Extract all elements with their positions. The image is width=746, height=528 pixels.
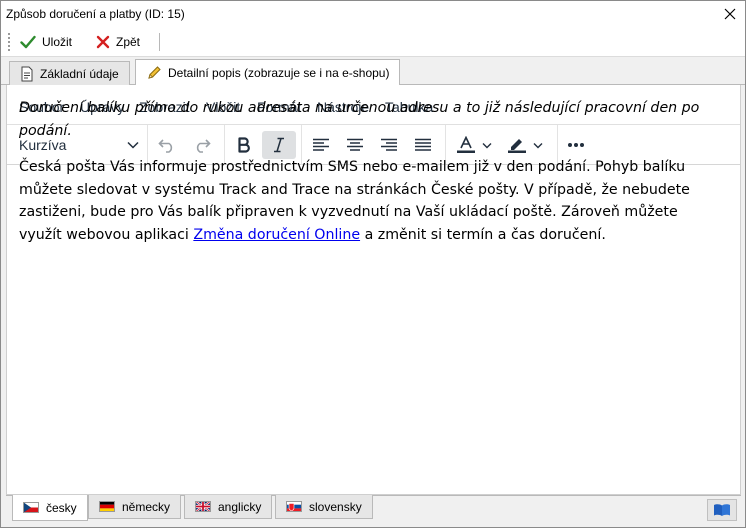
dialog-window: Způsob doručení a platby (ID: 15) Uložit… xyxy=(0,0,746,528)
lang-tab-czech[interactable]: česky xyxy=(12,495,88,521)
content-paragraph-1: Doručení balíku přímo do rukou adresáta … xyxy=(19,100,700,139)
lang-tab-slovak[interactable]: slovensky xyxy=(275,495,373,519)
tab-label: Detailní popis (zobrazuje se i na e-shop… xyxy=(168,65,390,80)
lang-tab-label: slovensky xyxy=(309,499,362,514)
tab-detailed-description[interactable]: Detailní popis (zobrazuje se i na e-shop… xyxy=(135,59,401,85)
save-label: Uložit xyxy=(42,35,73,49)
paragraph-text: a změnit si termín a čas doručení. xyxy=(360,226,606,243)
lang-tab-label: německy xyxy=(122,499,171,514)
lang-tab-label: česky xyxy=(46,500,77,515)
german-flag-icon xyxy=(99,501,115,512)
toolbar-grip[interactable] xyxy=(8,33,10,51)
main-toolbar: Uložit Zpět xyxy=(1,27,745,57)
lang-tab-german[interactable]: německy xyxy=(88,495,182,519)
editor-content[interactable]: Doručení balíku přímo do rukou adresáta … xyxy=(19,97,719,260)
title-bar: Způsob doručení a platby (ID: 15) xyxy=(1,1,745,27)
tab-label: Základní údaje xyxy=(40,66,119,81)
lang-tab-english[interactable]: anglicky xyxy=(184,495,273,519)
lang-tab-label: anglicky xyxy=(218,499,262,514)
dictionary-button[interactable] xyxy=(707,499,737,521)
close-button[interactable] xyxy=(715,1,745,27)
slovak-flag-icon xyxy=(286,501,302,512)
tab-basic-info[interactable]: Základní údaje xyxy=(9,61,130,85)
toolbar-separator xyxy=(159,33,160,51)
content-paragraph-2: Česká pošta Vás informuje prostřednictví… xyxy=(19,156,719,246)
uk-flag-icon xyxy=(195,501,211,512)
window-title: Způsob doručení a platby (ID: 15) xyxy=(6,7,185,21)
back-button[interactable]: Zpět xyxy=(93,31,143,53)
document-icon xyxy=(21,66,33,81)
save-button[interactable]: Uložit xyxy=(17,31,75,53)
close-icon xyxy=(724,8,736,20)
pencil-icon xyxy=(148,65,161,79)
back-label: Zpět xyxy=(116,35,141,49)
checkmark-icon xyxy=(20,35,36,49)
book-icon xyxy=(714,504,730,516)
change-delivery-link[interactable]: Změna doručení Online xyxy=(193,227,360,243)
tab-strip: Základní údaje Detailní popis (zobrazuje… xyxy=(1,57,745,85)
cross-icon xyxy=(96,35,110,49)
language-tab-strip: česky německy anglicky slovensky xyxy=(6,495,741,523)
czech-flag-icon xyxy=(23,502,39,513)
